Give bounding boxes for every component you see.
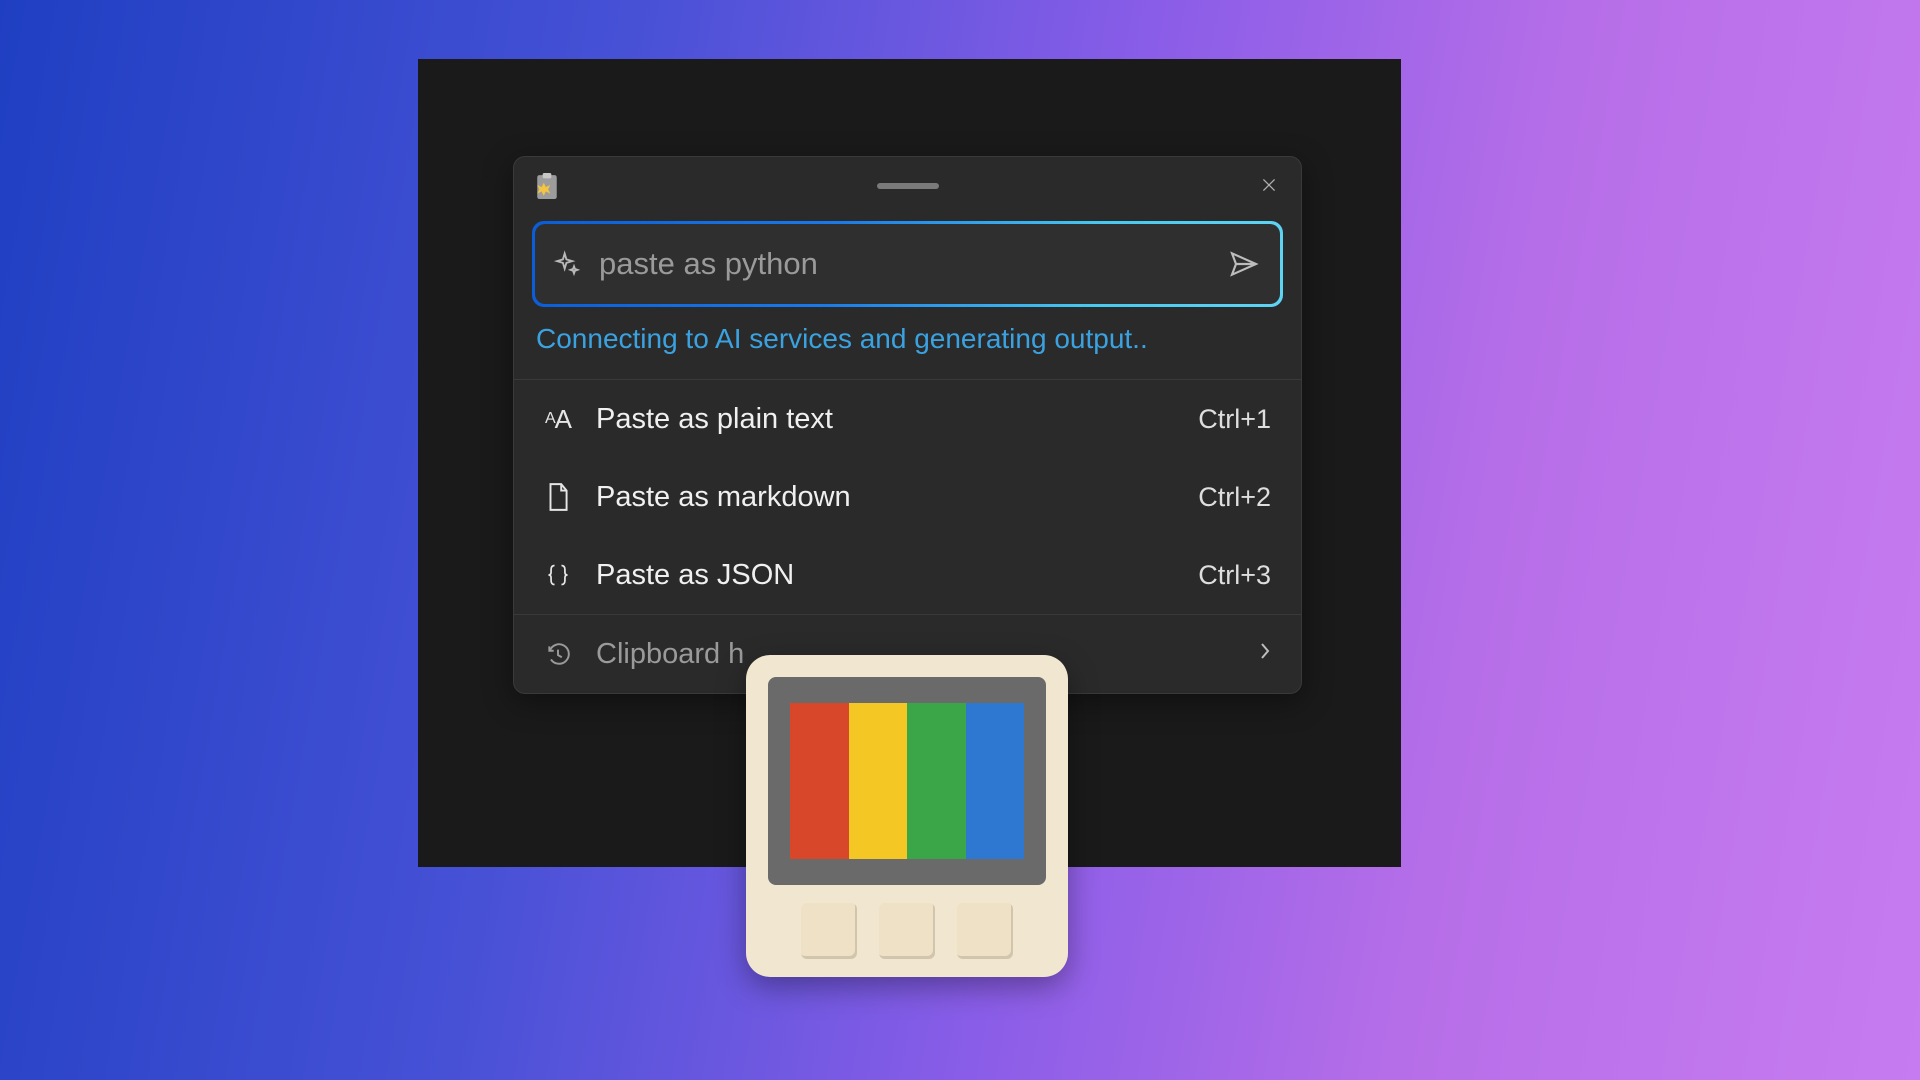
paste-popup: Connecting to AI services and generating… [513,156,1302,694]
app-icon-screen [768,677,1046,885]
status-text: Connecting to AI services and generating… [536,323,1279,355]
app-icon-keys [768,903,1046,959]
braces-icon [542,559,574,591]
option-shortcut: Ctrl+3 [1198,560,1271,591]
option-paste-plain-text[interactable]: AA Paste as plain text Ctrl+1 [514,380,1301,458]
close-button[interactable] [1255,171,1283,199]
option-shortcut: Ctrl+2 [1198,482,1271,513]
window-drag-handle[interactable] [877,183,939,189]
titlebar[interactable] [514,157,1301,215]
history-icon [542,638,574,670]
sparkle-icon [553,250,581,278]
prompt-input[interactable] [597,245,1226,283]
send-icon [1228,248,1260,280]
option-label: Paste as plain text [596,403,1198,436]
option-paste-json[interactable]: Paste as JSON Ctrl+3 [514,536,1301,614]
file-icon [542,481,574,513]
prompt-input-inner [535,224,1280,304]
prompt-input-container [532,221,1283,307]
clipboard-sparkle-icon [534,173,560,201]
powertoys-app-icon [746,655,1068,977]
text-size-icon: AA [542,403,574,435]
option-paste-markdown[interactable]: Paste as markdown Ctrl+2 [514,458,1301,536]
option-label: Paste as markdown [596,481,1198,514]
chevron-right-icon [1259,640,1271,668]
close-icon [1261,175,1277,195]
option-label: Paste as JSON [596,559,1198,592]
option-shortcut: Ctrl+1 [1198,404,1271,435]
send-button[interactable] [1226,246,1262,282]
